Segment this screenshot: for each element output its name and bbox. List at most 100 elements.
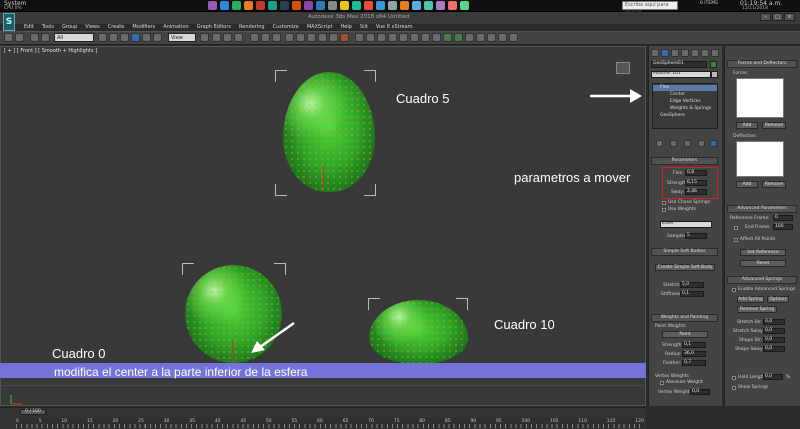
shape-str-input[interactable]: 0,0 — [763, 337, 785, 343]
display-tab-icon[interactable] — [691, 49, 699, 57]
snap-icon[interactable] — [212, 33, 221, 42]
end-frame-input[interactable]: 100 — [773, 224, 793, 230]
app-icon[interactable] — [316, 1, 325, 10]
stack-item-edge-vertices[interactable]: Edge Vertices — [670, 99, 701, 104]
feather-input[interactable]: 0,7 — [682, 360, 706, 366]
stack-item-flex[interactable]: Flex — [660, 85, 669, 90]
app-icon[interactable] — [220, 1, 229, 10]
select-icon[interactable] — [98, 33, 107, 42]
stiffness-input[interactable]: 0,1 — [680, 291, 704, 297]
time-slider[interactable]: 0 / 100 — [20, 409, 46, 415]
menu-item[interactable]: Vue 8 xStream — [372, 23, 417, 31]
region-select-icon[interactable] — [120, 33, 129, 42]
hold-length-checkbox[interactable] — [732, 376, 736, 380]
tool-icon[interactable] — [366, 33, 375, 42]
menu-item[interactable]: Customize — [269, 23, 303, 31]
app-icon[interactable] — [376, 1, 385, 10]
add-spring-button[interactable]: Add Spring — [737, 296, 764, 303]
app-icon[interactable] — [352, 1, 361, 10]
wp-strength-input[interactable]: 0,1 — [682, 342, 706, 348]
curve-editor-icon[interactable] — [285, 33, 294, 42]
app-icon[interactable] — [436, 1, 445, 10]
add-force-button[interactable]: Add — [736, 122, 758, 129]
close-button[interactable]: × — [784, 13, 795, 21]
tool-icon[interactable] — [498, 33, 507, 42]
end-frame-checkbox[interactable] — [734, 226, 738, 230]
tool-icon[interactable] — [443, 33, 452, 42]
tool-icon[interactable] — [432, 33, 441, 42]
modifier-list-select[interactable]: Modifier List — [651, 71, 711, 78]
align-icon[interactable] — [261, 33, 270, 42]
create-soft-body-button[interactable]: Create Simple Soft Body — [655, 264, 715, 271]
schematic-icon[interactable] — [296, 33, 305, 42]
tool-icon[interactable] — [410, 33, 419, 42]
rollout-advanced-parameters[interactable]: Advanced Parameters — [727, 205, 797, 213]
stretch-str-input[interactable]: 0,0 — [763, 319, 785, 325]
wrench-icon[interactable] — [711, 49, 719, 57]
add-deflector-button[interactable]: Add — [736, 181, 758, 188]
app-icon[interactable] — [244, 1, 253, 10]
stretch-input[interactable]: 5,0 — [680, 282, 704, 288]
app-icon[interactable] — [208, 1, 217, 10]
show-end-result-icon[interactable] — [670, 140, 677, 147]
forces-list[interactable] — [736, 78, 784, 118]
options-button[interactable]: Options — [767, 296, 789, 303]
menu-item[interactable]: Siit — [356, 23, 372, 31]
app-logo-icon[interactable]: S — [3, 13, 15, 31]
object-name-field[interactable]: GeoSphere01 — [651, 61, 707, 68]
tool-icon[interactable] — [388, 33, 397, 42]
pin-stack-icon[interactable] — [656, 140, 663, 147]
rollout-weights-painting[interactable]: Weights and Painting — [651, 314, 718, 322]
deflectors-list[interactable] — [736, 141, 784, 177]
menu-item[interactable]: Create — [104, 23, 129, 31]
render-icon[interactable] — [340, 33, 349, 42]
app-icon[interactable] — [388, 1, 397, 10]
pivot-icon[interactable] — [200, 33, 209, 42]
menu-item[interactable]: Animation — [159, 23, 193, 31]
solver-select[interactable]: Euler — [660, 221, 712, 228]
minimize-button[interactable]: – — [760, 13, 771, 21]
hierarchy-tab-icon[interactable] — [671, 49, 679, 57]
rollout-parameters[interactable]: Parameters — [651, 157, 718, 165]
app-icon[interactable] — [364, 1, 373, 10]
app-icon[interactable] — [400, 1, 409, 10]
move-icon[interactable] — [131, 33, 140, 42]
tool-icon[interactable] — [487, 33, 496, 42]
mirror-icon[interactable] — [250, 33, 259, 42]
reference-frame-input[interactable]: 0 — [773, 215, 793, 221]
tool-icon[interactable] — [454, 33, 463, 42]
menu-item[interactable]: Graph Editors — [193, 23, 235, 31]
radius-input[interactable]: 36,0 — [682, 351, 706, 357]
shape-sway-input[interactable]: 0,0 — [763, 346, 785, 352]
create-tab-icon[interactable] — [651, 49, 659, 57]
tool-icon[interactable] — [377, 33, 386, 42]
menu-item[interactable]: Group — [58, 23, 81, 31]
app-icon[interactable] — [232, 1, 241, 10]
show-springs-checkbox[interactable] — [732, 386, 736, 390]
affect-all-checkbox[interactable] — [734, 238, 738, 242]
app-icon[interactable] — [304, 1, 313, 10]
chevron-down-icon[interactable] — [711, 71, 718, 78]
menu-item[interactable]: Modifiers — [128, 23, 159, 31]
tool-icon[interactable] — [399, 33, 408, 42]
menu-item[interactable]: Edit — [20, 23, 38, 31]
material-editor-icon[interactable] — [307, 33, 316, 42]
taskbar-search-input[interactable]: Escribe aquí para buscar — [622, 1, 678, 15]
reset-button[interactable]: Reset — [740, 260, 786, 267]
selection-filter-select[interactable]: All — [54, 33, 94, 42]
render-setup-icon[interactable] — [318, 33, 327, 42]
remove-force-button[interactable]: Remove — [762, 122, 786, 129]
tool-icon[interactable] — [355, 33, 364, 42]
viewcube-icon[interactable] — [616, 62, 630, 74]
coord-system-select[interactable]: View — [168, 33, 196, 42]
stack-item-weights-springs[interactable]: Weights & Springs — [670, 106, 711, 111]
menu-item[interactable]: Tools — [38, 23, 58, 31]
select-by-name-icon[interactable] — [109, 33, 118, 42]
remove-deflector-button[interactable]: Remove — [762, 181, 786, 188]
menu-item[interactable]: MAXScript — [303, 23, 337, 31]
stack-item-geosphere[interactable]: GeoSphere — [660, 113, 685, 118]
use-weights-checkbox[interactable] — [662, 208, 666, 212]
unlink-icon[interactable] — [41, 33, 50, 42]
menu-item[interactable]: Views — [81, 23, 103, 31]
menu-item[interactable]: Help — [337, 23, 356, 31]
